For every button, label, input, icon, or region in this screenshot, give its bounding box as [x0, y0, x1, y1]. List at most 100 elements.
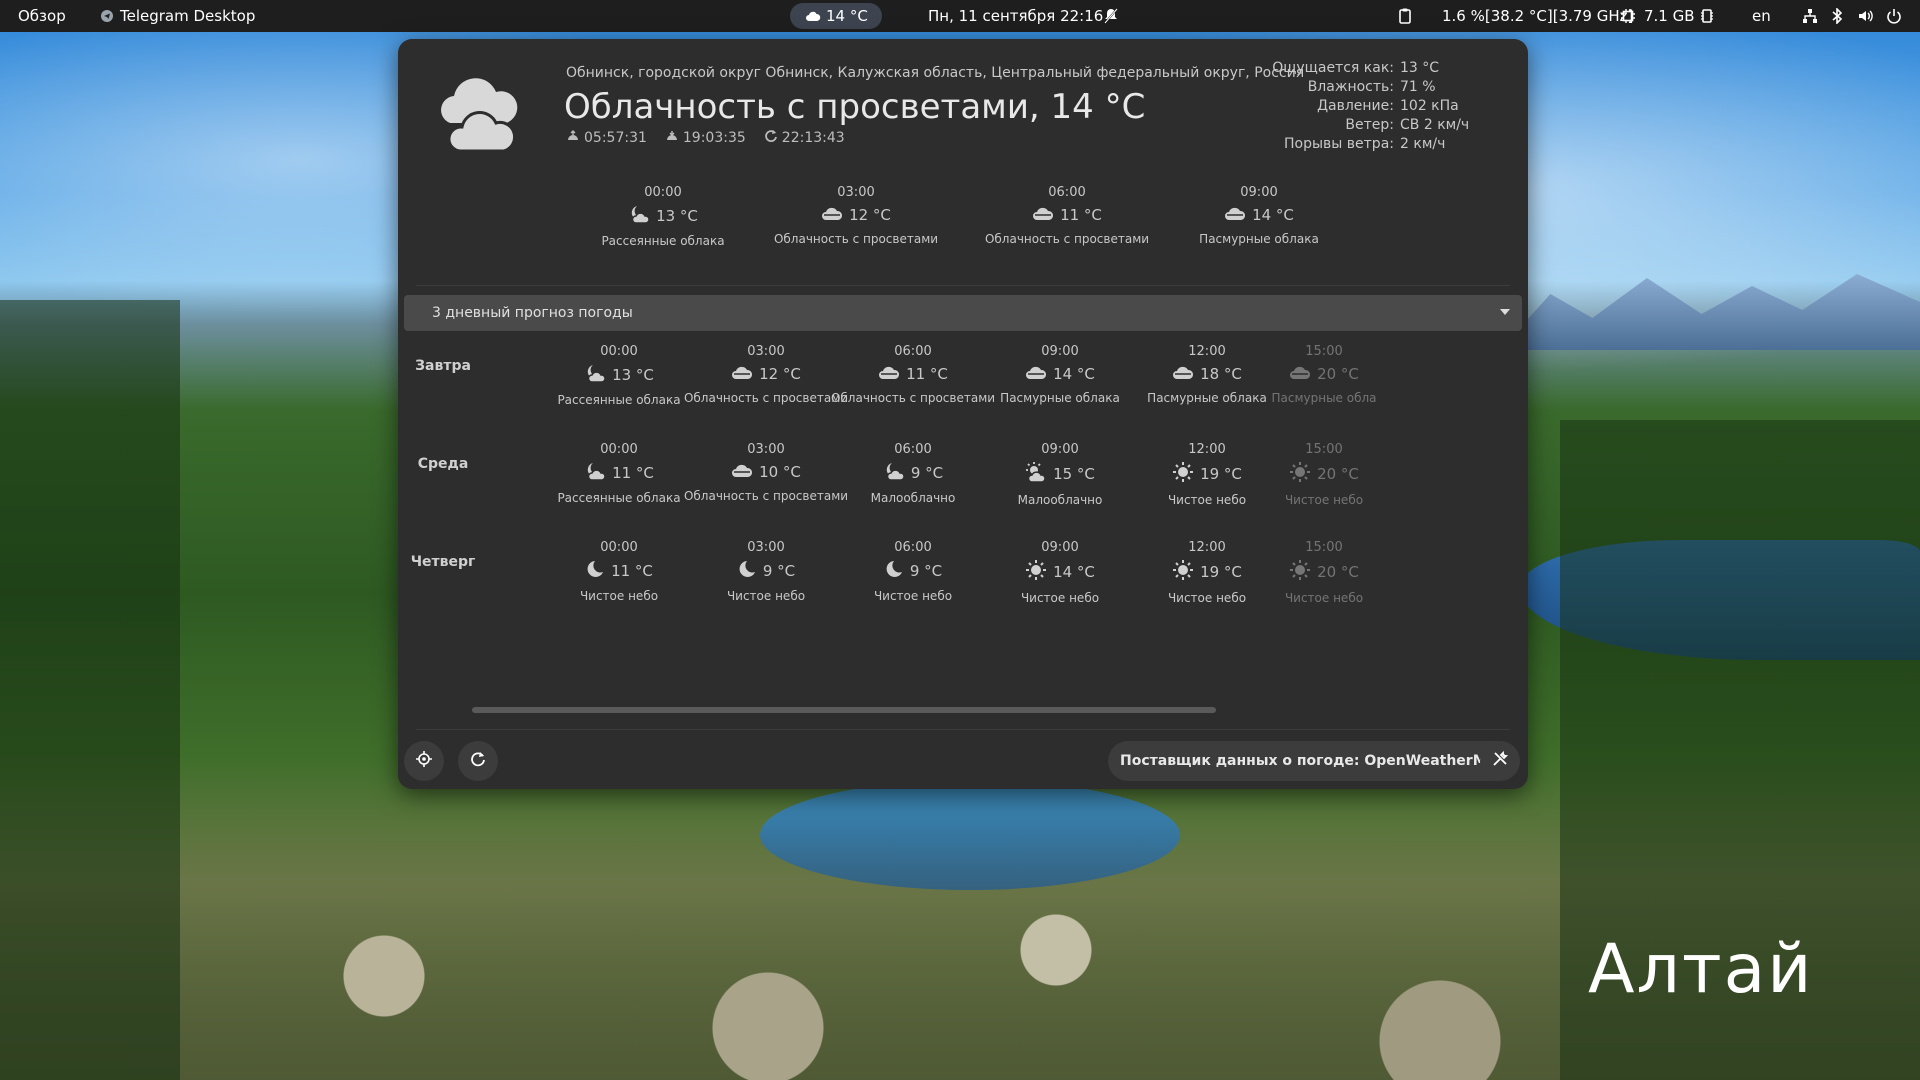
- clock[interactable]: Пн, 11 сентября 22:16: [928, 0, 1103, 32]
- system-monitor-cpu[interactable]: 1.6 %[38.2 °C][3.79 GHz]: [1442, 0, 1633, 32]
- forecast-day-label: Завтра: [415, 358, 471, 374]
- crosshair-icon: [416, 751, 432, 771]
- forecast-time: 06:00: [894, 344, 932, 359]
- forecast-temp: 20 °C: [1317, 365, 1359, 383]
- forecast-desc: Чистое небо: [579, 589, 659, 603]
- forecast-desc: Облачность с просветами: [683, 391, 849, 405]
- active-app[interactable]: Telegram Desktop: [100, 0, 255, 32]
- forecast-time: 06:00: [894, 540, 932, 555]
- forecast-slot: 15:00 20 °C Чистое небо: [1269, 442, 1379, 507]
- forecast-slot: 09:00 15 °C Малооблачно: [975, 442, 1145, 507]
- pressure-value: 102 кПа: [1400, 98, 1459, 114]
- forecast-desc: Облачность с просветами: [683, 489, 849, 503]
- cloud-icon: [878, 363, 900, 385]
- hourly-item: 09:00 14 °C Пасмурные облака: [1174, 185, 1344, 246]
- forecast-time: 12:00: [1188, 442, 1226, 457]
- hourly-desc: Рассеянные облака: [601, 234, 725, 248]
- cloud-icon: [804, 7, 822, 25]
- cloud-icon: [1032, 204, 1054, 226]
- forecast-temp: 10 °C: [759, 463, 801, 481]
- sun-times: 05:57:31 19:03:35 22:13:43: [566, 129, 845, 147]
- overview-button[interactable]: Обзор: [18, 0, 66, 32]
- forecast-time: 12:00: [1188, 344, 1226, 359]
- forecast-slot: 06:00 11 °C Облачность с просветами: [828, 344, 998, 405]
- dnd-icon[interactable]: [1104, 0, 1118, 32]
- keyboard-layout[interactable]: en: [1752, 0, 1771, 32]
- forecast-desc: Рассеянные облака: [557, 491, 681, 505]
- wind-value: СВ 2 км/ч: [1400, 117, 1470, 133]
- sun-icon: [1289, 461, 1311, 487]
- feels-like-label: Ощущается как:: [1272, 60, 1394, 76]
- forecast-desc: Чистое небо: [1167, 493, 1247, 507]
- forecast-slot: 12:00 19 °C Чистое небо: [1122, 540, 1292, 605]
- hourly-item: 03:00 12 °C Облачность с просветами: [771, 185, 941, 246]
- forecast-slot: 00:00 11 °C Чистое небо: [534, 540, 704, 603]
- sunset-time: 19:03:35: [682, 130, 746, 146]
- updated-time: 22:13:43: [781, 130, 845, 146]
- forecast-temp: 12 °C: [759, 365, 801, 383]
- forecast-temp: 11 °C: [612, 464, 654, 482]
- tools-icon: [1492, 750, 1509, 771]
- forecast-time: 12:00: [1188, 540, 1226, 555]
- forecast-slot: 12:00 18 °C Пасмурные облака: [1122, 344, 1292, 405]
- forecast-slot: 09:00 14 °C Пасмурные облака: [975, 344, 1145, 405]
- weather-popup: Обнинск, городской округ Обнинск, Калужс…: [398, 39, 1528, 789]
- system-monitor-memory[interactable]: 7.1 GB: [1644, 0, 1695, 32]
- night-cloud-icon: [584, 461, 606, 485]
- hourly-temp: 14 °C: [1252, 206, 1294, 224]
- active-app-label: Telegram Desktop: [120, 7, 256, 25]
- forecast-desc: Чистое небо: [726, 589, 806, 603]
- forecast-slot: 12:00 19 °C Чистое небо: [1122, 442, 1292, 507]
- volume-icon[interactable]: [1858, 0, 1874, 32]
- forecast-time: 03:00: [747, 344, 785, 359]
- humidity-value: 71 %: [1400, 79, 1436, 95]
- weather-indicator[interactable]: 14 °C: [790, 3, 882, 29]
- forecast-time: 09:00: [1041, 442, 1079, 457]
- power-icon[interactable]: [1886, 0, 1902, 32]
- forecast-slot: 15:00 20 °C Чистое небо: [1269, 540, 1379, 605]
- forecast-scrollbar[interactable]: [472, 707, 1216, 713]
- forecast-desc: Чистое небо: [1284, 493, 1364, 507]
- clipboard-icon[interactable]: [1398, 0, 1412, 32]
- forecast-temp: 13 °C: [612, 366, 654, 384]
- refresh-button[interactable]: [458, 741, 498, 781]
- feels-like-value: 13 °C: [1400, 60, 1440, 76]
- forecast-time: 03:00: [747, 442, 785, 457]
- location-button[interactable]: [404, 741, 444, 781]
- forecast-desc: Чистое небо: [873, 589, 953, 603]
- forecast-slot: 00:00 11 °C Рассеянные облака: [534, 442, 704, 505]
- forecast-slot: 00:00 13 °C Рассеянные облака: [534, 344, 704, 407]
- forecast-desc: Пасмурные обла: [1271, 391, 1377, 405]
- night-cloud-icon: [584, 363, 606, 387]
- forecast-desc: Малооблачно: [1017, 493, 1103, 507]
- hourly-time: 00:00: [644, 185, 682, 200]
- sun-icon: [1289, 559, 1311, 585]
- cloud-icon: [1224, 204, 1246, 226]
- forecast-time: 09:00: [1041, 344, 1079, 359]
- forecast-desc: Чистое небо: [1167, 591, 1247, 605]
- forecast-slot: 03:00 9 °C Чистое небо: [681, 540, 851, 603]
- cloud-icon: [1289, 363, 1311, 385]
- forecast-expander[interactable]: 3 дневный прогноз погоды: [404, 295, 1522, 331]
- bluetooth-icon[interactable]: [1832, 0, 1842, 32]
- forecast-desc: Чистое небо: [1284, 591, 1364, 605]
- provider-button[interactable]: Поставщик данных о погоде: OpenWeatherMa…: [1108, 741, 1519, 781]
- current-weather-cloud-icon: [428, 61, 528, 161]
- forecast-time: 03:00: [747, 540, 785, 555]
- forecast-time: 00:00: [600, 540, 638, 555]
- forecast-day-label: Четверг: [410, 554, 476, 570]
- forecast-slot: 06:00 9 °C Малооблачно: [828, 442, 998, 505]
- sun-icon: [1025, 559, 1047, 585]
- sun-icon: [1172, 559, 1194, 585]
- settings-button[interactable]: [1480, 741, 1520, 781]
- network-icon[interactable]: [1802, 0, 1818, 32]
- cloud-icon: [1025, 363, 1047, 385]
- moon-icon: [737, 559, 757, 583]
- forecast-temp: 20 °C: [1317, 563, 1359, 581]
- current-location: Обнинск, городской округ Обнинск, Калужс…: [566, 65, 1305, 81]
- forecast-time: 00:00: [600, 442, 638, 457]
- forecast-temp: 9 °C: [910, 464, 944, 482]
- cloud-icon: [731, 363, 753, 385]
- refresh-small-icon: [764, 129, 778, 147]
- forecast-temp: 19 °C: [1200, 465, 1242, 483]
